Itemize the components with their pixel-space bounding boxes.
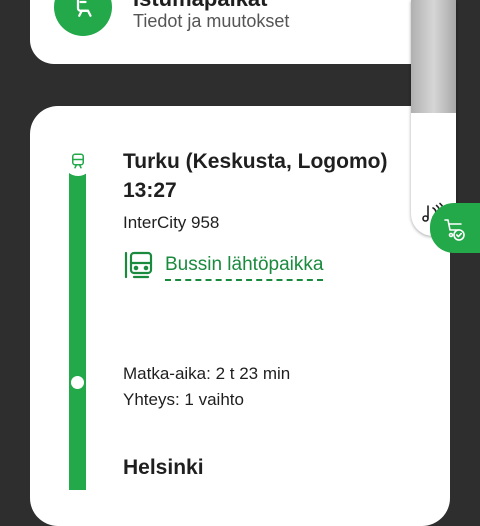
origin-station: Turku (Keskusta, Logomo) [123,150,388,173]
timeline-stop-dot [71,376,84,389]
destination-station: Helsinki [123,456,204,479]
train-icon [63,146,93,176]
bus-stop-icon [123,249,155,286]
travel-duration: Matka-aika: 2 t 23 min [123,364,291,383]
cart-check-icon[interactable] [430,203,480,253]
timeline-line [69,170,86,490]
train-name: InterCity 958 [123,213,220,232]
scroll-panel[interactable] [411,0,456,236]
connection-info: Yhteys: 1 vaihto [123,390,244,409]
departure-time: 13:27 [123,179,177,202]
scrollbar-thumb[interactable] [411,0,456,113]
seats-subtitle: Tiedot ja muutokset [133,11,290,31]
bus-departure-label: Bussin lähtöpaikka [165,254,324,281]
bus-departure-link[interactable]: Bussin lähtöpaikka [123,249,324,286]
